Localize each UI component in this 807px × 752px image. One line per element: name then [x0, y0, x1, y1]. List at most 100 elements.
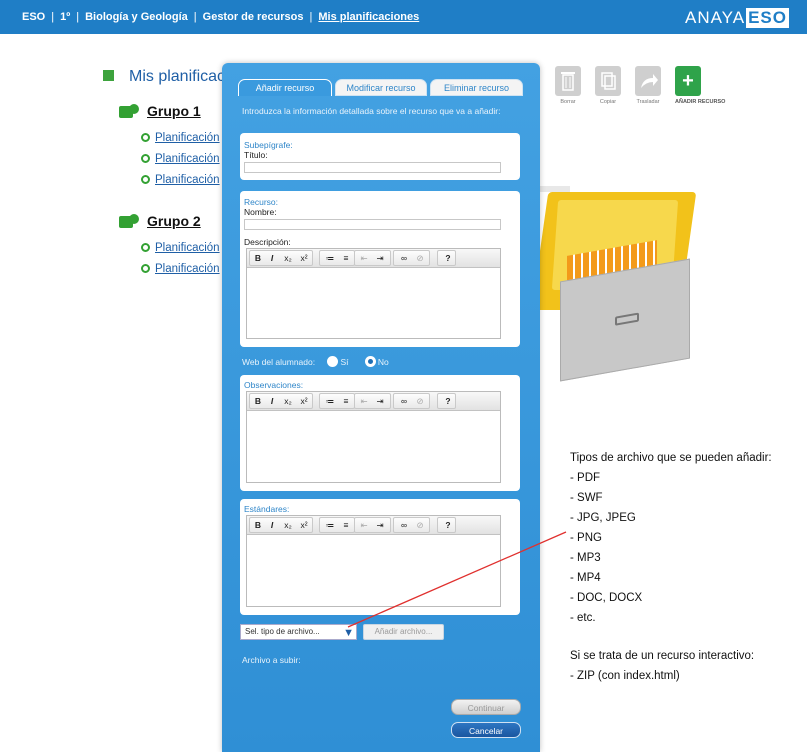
add-file-button[interactable]: Añadir archivo... — [363, 624, 444, 640]
toolbar-button[interactable]: ⇥ — [373, 518, 387, 532]
annotation-item: - MP4 — [570, 572, 601, 584]
toolbar-button[interactable]: I — [266, 518, 278, 532]
planning-label: Planificación — [155, 242, 220, 254]
toolbar-button[interactable]: ⇥ — [373, 251, 387, 265]
file-type-select[interactable]: Sel. tipo de archivo... ▼ — [240, 624, 357, 640]
toolbar-button[interactable]: x₂ — [281, 518, 295, 532]
brand-prefix: ANAYA — [684, 8, 746, 27]
toolbar-button[interactable]: x² — [297, 394, 311, 408]
subheading-panel: Subepígrafe: Título: — [240, 133, 520, 180]
circle-icon — [141, 264, 150, 273]
name-label: Nombre: — [244, 207, 277, 217]
annotation-item: - etc. — [570, 612, 596, 624]
tool-caption: Borrar — [560, 99, 576, 105]
tab-modify-resource[interactable]: Modificar recurso — [335, 79, 427, 96]
toolbar-button[interactable]: ⇥ — [373, 394, 387, 408]
group-label: Grupo 1 — [147, 103, 201, 119]
planning-label: Planificación — [155, 132, 220, 144]
group-icon — [119, 104, 141, 118]
toolbar-button[interactable]: x₂ — [281, 251, 295, 265]
annotation-item: - JPG, JPEG — [570, 512, 636, 524]
toolbar-button[interactable]: ≔ — [323, 394, 337, 408]
toolbar-button[interactable]: ⇤ — [357, 518, 371, 532]
breadcrumb-item[interactable]: ESO — [22, 11, 45, 23]
add-resource-tool[interactable]: + AÑADIR RECURSO — [675, 66, 725, 105]
annotation-item: - MP3 — [570, 552, 601, 564]
toolbar-button[interactable]: I — [266, 251, 278, 265]
toolbar-button[interactable]: I — [266, 394, 278, 408]
annotation-item: - DOC, DOCX — [570, 592, 643, 604]
panel-title: Subepígrafe: — [244, 140, 293, 150]
annotation-item: - PNG — [570, 532, 602, 544]
description-editor[interactable]: B Ix₂ x² ≔ ≡ ⇤ ⇥ ∞ ⊘? — [246, 248, 501, 339]
toolbar-button[interactable]: ? — [441, 518, 455, 532]
breadcrumb-item[interactable]: Gestor de recursos — [203, 11, 304, 23]
breadcrumb-item-current[interactable]: Mis planificaciones — [318, 11, 419, 23]
standards-editor[interactable]: B Ix₂ x² ≔ ≡ ⇤ ⇥ ∞ ⊘? — [246, 515, 501, 607]
continue-button[interactable]: Continuar — [451, 699, 521, 715]
toolbar-button[interactable]: ≔ — [323, 251, 337, 265]
copy-tool[interactable]: Copiar — [595, 66, 621, 105]
breadcrumb-item[interactable]: Biología y Geología — [85, 11, 188, 23]
dialog-tabs: Añadir recurso Modificar recurso Elimina… — [238, 79, 523, 96]
toolbar-button[interactable]: ≡ — [339, 518, 353, 532]
toolbar-button[interactable]: ? — [441, 251, 455, 265]
toolbar-button[interactable]: B — [252, 251, 264, 265]
planning-link[interactable]: Planificación — [141, 153, 221, 165]
planning-link[interactable]: Planificación — [141, 263, 221, 275]
drawer-illustration — [560, 258, 690, 382]
resource-panel: Recurso: Nombre: Descripción: B Ix₂ x² ≔ ≡ ⇤ ⇥… — [240, 191, 520, 347]
circle-icon — [141, 133, 150, 142]
toolbar-button[interactable]: x₂ — [281, 394, 295, 408]
toolbar-button[interactable]: ≡ — [339, 251, 353, 265]
observations-panel: Observaciones: B Ix₂ x² ≔ ≡ ⇤ ⇥ ∞ ⊘? — [240, 375, 520, 491]
delete-tool[interactable]: Borrar — [555, 66, 581, 105]
description-label: Descripción: — [244, 237, 291, 247]
toolbar-button[interactable]: ≔ — [323, 518, 337, 532]
toolbar-button[interactable]: ⇤ — [357, 394, 371, 408]
group-heading[interactable]: Grupo 2 — [119, 213, 201, 229]
title-input[interactable] — [244, 162, 501, 173]
radio-yes[interactable]: Sí — [327, 356, 349, 367]
toolbar-button[interactable]: ⇤ — [357, 251, 371, 265]
panel-title: Recurso: — [244, 197, 279, 207]
tab-add-resource[interactable]: Añadir recurso — [238, 79, 332, 96]
trash-icon — [555, 66, 581, 96]
add-resource-dialog: Añadir recurso Modificar recurso Elimina… — [222, 63, 540, 752]
editor-toolbar: B Ix₂ x² ≔ ≡ ⇤ ⇥ ∞ ⊘? — [247, 516, 500, 535]
planning-link[interactable]: Planificación — [141, 132, 221, 144]
planning-label: Planificación — [155, 263, 220, 275]
breadcrumb-item[interactable]: 1º — [60, 11, 70, 23]
annotation-item: - ZIP (con index.html) — [570, 670, 680, 682]
tab-delete-resource[interactable]: Eliminar recurso — [430, 79, 523, 96]
toolbar-button[interactable]: ⊘ — [413, 394, 427, 408]
tool-caption: Trasladar — [636, 99, 660, 105]
group-heading[interactable]: Grupo 1 — [119, 103, 201, 119]
file-to-upload-label: Archivo a subir: — [242, 655, 301, 665]
toolbar-button[interactable]: x² — [297, 251, 311, 265]
breadcrumb-separator: | — [76, 11, 80, 23]
toolbar-button[interactable]: ? — [441, 394, 455, 408]
brand-logo[interactable]: ANAYA ESO — [685, 8, 789, 28]
share-icon — [635, 66, 661, 96]
toolbar-button[interactable]: ∞ — [397, 251, 411, 265]
toolbar-button[interactable]: ∞ — [397, 518, 411, 532]
toolbar-button[interactable]: B — [252, 394, 264, 408]
copy-icon — [595, 66, 621, 96]
toolbar-button[interactable]: ⊘ — [413, 518, 427, 532]
radio-no[interactable]: No — [364, 356, 389, 367]
toolbar-button[interactable]: B — [252, 518, 264, 532]
toolbar-button[interactable]: ≡ — [339, 394, 353, 408]
toolbar-button[interactable]: ⊘ — [413, 251, 427, 265]
planning-link[interactable]: Planificación — [141, 242, 221, 254]
name-input[interactable] — [244, 219, 501, 230]
cancel-button[interactable]: Cancelar — [451, 722, 521, 738]
toolbar-button[interactable]: x² — [297, 518, 311, 532]
annotation-item: - PDF — [570, 472, 601, 484]
observations-editor[interactable]: B Ix₂ x² ≔ ≡ ⇤ ⇥ ∞ ⊘? — [246, 391, 501, 483]
page-title: Mis planificaciones — [129, 68, 223, 85]
planning-link[interactable]: Planificación — [141, 174, 221, 186]
move-tool[interactable]: Trasladar — [635, 66, 661, 105]
toolbar-button[interactable]: ∞ — [397, 394, 411, 408]
planning-label: Planificación — [155, 153, 220, 165]
